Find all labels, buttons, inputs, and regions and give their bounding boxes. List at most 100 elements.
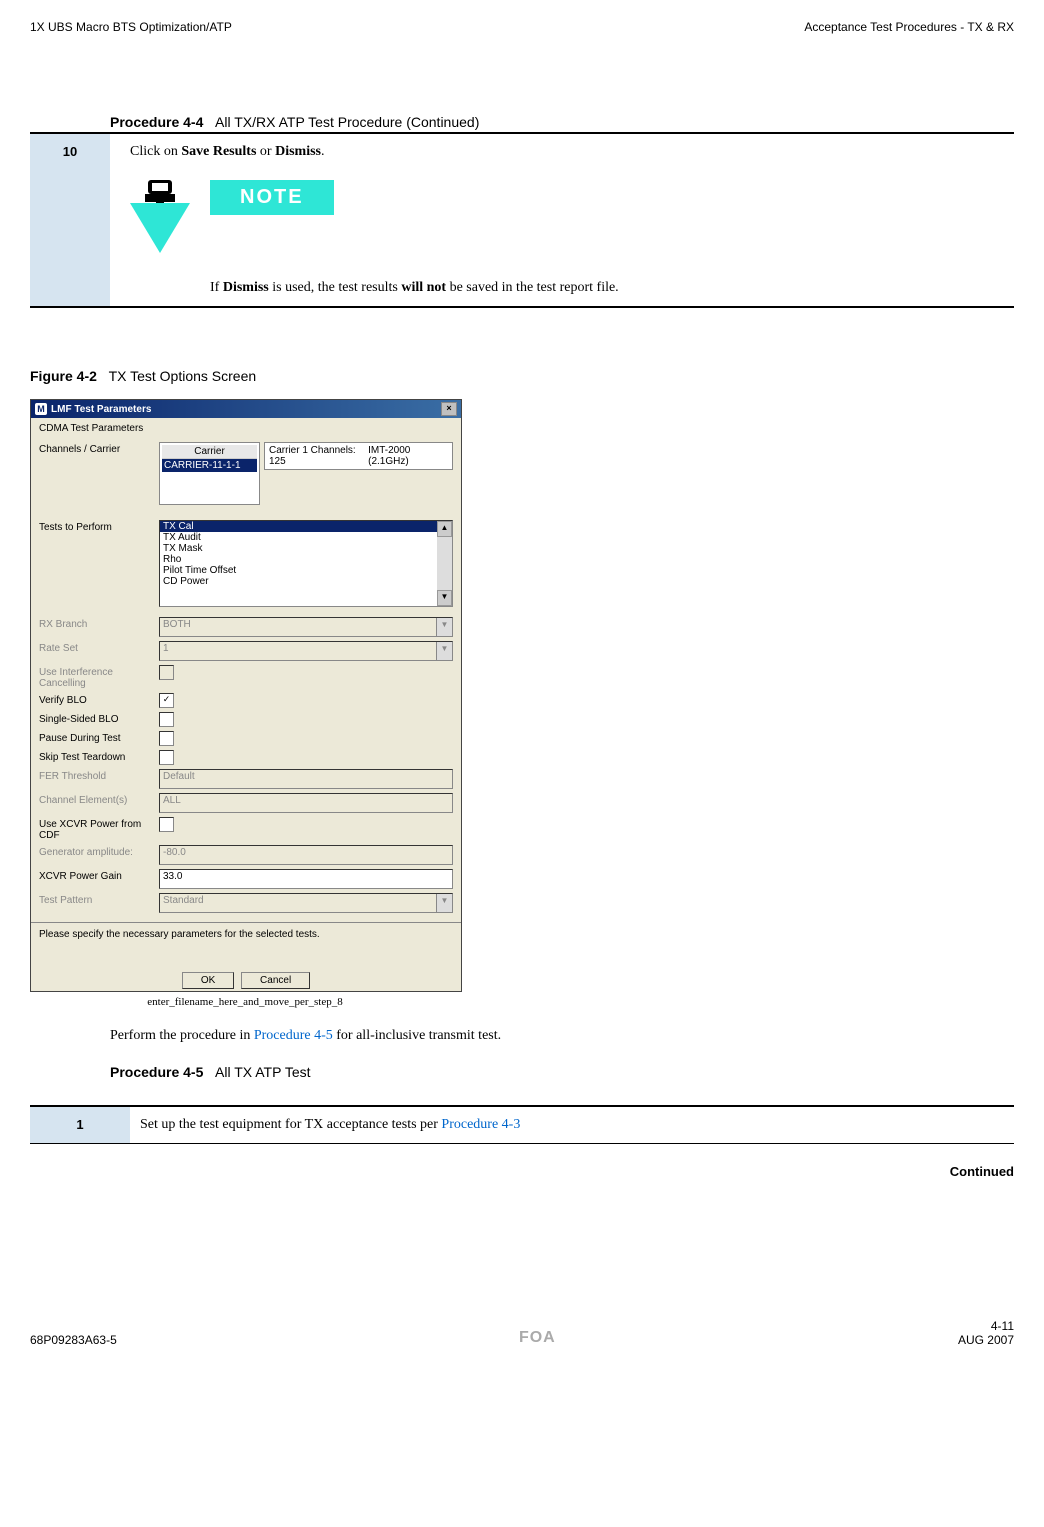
figure-label: Figure 4-2 <box>30 368 97 384</box>
tests-scrollbar[interactable]: ▲ ▼ <box>437 521 452 606</box>
fer-threshold-label: FER Threshold <box>39 769 159 782</box>
step-number-1: 1 <box>30 1106 130 1144</box>
test-item-txcal[interactable]: TX Cal <box>160 521 452 532</box>
channel-value: 125 <box>269 456 286 467</box>
figure-title-text: TX Test Options Screen <box>109 368 257 384</box>
test-item-rho[interactable]: Rho <box>160 554 452 565</box>
pause-during-test-label: Pause During Test <box>39 731 159 744</box>
verify-blo-checkbox[interactable]: ✓ <box>159 693 174 708</box>
figure-caption: enter_filename_here_and_move_per_step_8 <box>30 996 460 1008</box>
step-text-prefix: Click on <box>130 144 181 159</box>
test-pattern-dropdown: Standard ▼ <box>159 893 453 913</box>
generator-amplitude-input: -80.0 <box>159 845 453 865</box>
carrier-header: Carrier <box>162 445 257 459</box>
lmf-status-bar: Please specify the necessary parameters … <box>31 922 461 970</box>
chevron-down-icon: ▼ <box>436 894 452 912</box>
carrier-selected[interactable]: CARRIER-11-1-1 <box>162 459 257 472</box>
procedure-4-4-header: Procedure 4-4 All TX/RX ATP Test Procedu… <box>110 114 1014 130</box>
tests-listbox[interactable]: TX Cal TX Audit TX Mask Rho Pilot Time O… <box>159 520 453 607</box>
tests-to-perform-label: Tests to Perform <box>39 520 159 533</box>
header-right: Acceptance Test Procedures - TX & RX <box>804 20 1014 34</box>
note-text: If Dismiss is used, the test results wil… <box>210 280 994 296</box>
procedure-4-4-table: 10 Click on Save Results or Dismiss. NOT… <box>30 132 1014 308</box>
rate-set-dropdown: 1 ▼ <box>159 641 453 661</box>
rate-set-label: Rate Set <box>39 641 159 654</box>
step-number-10: 10 <box>30 133 110 307</box>
clamp-icon <box>130 175 190 255</box>
continued-label: Continued <box>30 1164 1014 1179</box>
window-title: LMF Test Parameters <box>51 404 151 415</box>
step-1-content: Set up the test equipment for TX accepta… <box>130 1106 1014 1144</box>
note-willnot: will not <box>401 280 446 295</box>
ok-button[interactable]: OK <box>182 972 234 989</box>
perform-prefix: Perform the procedure in <box>110 1028 254 1043</box>
step-1-prefix: Set up the test equipment for TX accepta… <box>140 1117 441 1132</box>
note-if: If <box>210 280 223 295</box>
lmf-titlebar: M LMF Test Parameters × <box>31 400 461 418</box>
test-item-cdpower[interactable]: CD Power <box>160 576 452 587</box>
scroll-down-icon[interactable]: ▼ <box>437 590 452 606</box>
header-left: 1X UBS Macro BTS Optimization/ATP <box>30 20 232 34</box>
rx-branch-label: RX Branch <box>39 617 159 630</box>
test-item-txmask[interactable]: TX Mask <box>160 543 452 554</box>
note-end: be saved in the test report file. <box>446 280 619 295</box>
test-item-txaudit[interactable]: TX Audit <box>160 532 452 543</box>
close-icon[interactable]: × <box>441 402 457 416</box>
verify-blo-label: Verify BLO <box>39 693 159 706</box>
cdma-test-parameters-label: CDMA Test Parameters <box>39 423 453 434</box>
test-pattern-label: Test Pattern <box>39 893 159 906</box>
motorola-icon: M <box>35 403 47 415</box>
period: . <box>321 144 325 159</box>
single-sided-blo-checkbox[interactable] <box>159 712 174 727</box>
lmf-test-parameters-window: M LMF Test Parameters × CDMA Test Parame… <box>30 399 462 992</box>
channels-carrier-label: Channels / Carrier <box>39 442 159 455</box>
skip-test-teardown-checkbox[interactable] <box>159 750 174 765</box>
rate-set-value: 1 <box>163 643 169 654</box>
use-xcvr-cdf-label: Use XCVR Power from CDF <box>39 817 159 841</box>
xcvr-power-gain-input[interactable]: 33.0 <box>159 869 453 889</box>
fer-threshold-input: Default <box>159 769 453 789</box>
or-text: or <box>256 144 275 159</box>
scroll-up-icon[interactable]: ▲ <box>437 521 452 537</box>
procedure-4-4-label: Procedure 4-4 <box>110 114 203 130</box>
page-footer: 68P09283A63-5 FOA 4-11 AUG 2007 <box>30 1319 1014 1347</box>
note-dismiss: Dismiss <box>223 280 269 295</box>
procedure-4-5-table: 1 Set up the test equipment for TX accep… <box>30 1105 1014 1144</box>
test-item-pilot[interactable]: Pilot Time Offset <box>160 565 452 576</box>
note-badge: NOTE <box>210 180 334 215</box>
procedure-4-5-header: Procedure 4-5 All TX ATP Test <box>110 1064 1014 1080</box>
test-pattern-value: Standard <box>163 895 204 906</box>
channel-elements-input: ALL <box>159 793 453 813</box>
perform-procedure-text: Perform the procedure in Procedure 4-5 f… <box>110 1028 1014 1044</box>
channel-band: IMT-2000 (2.1GHz) <box>368 445 448 467</box>
chevron-down-icon: ▼ <box>436 642 452 660</box>
pause-during-test-checkbox[interactable] <box>159 731 174 746</box>
use-xcvr-cdf-checkbox[interactable] <box>159 817 174 832</box>
rx-branch-value: BOTH <box>163 619 191 630</box>
page-number: 4-11 <box>958 1319 1014 1333</box>
procedure-4-3-link[interactable]: Procedure 4-3 <box>441 1117 520 1132</box>
skip-test-teardown-label: Skip Test Teardown <box>39 750 159 763</box>
single-sided-blo-label: Single-Sided BLO <box>39 712 159 725</box>
rx-branch-dropdown: BOTH ▼ <box>159 617 453 637</box>
channel-elements-label: Channel Element(s) <box>39 793 159 806</box>
procedure-4-5-link[interactable]: Procedure 4-5 <box>254 1028 333 1043</box>
note-row: NOTE <box>130 175 994 255</box>
generator-amplitude-label: Generator amplitude: <box>39 845 159 858</box>
foa-label: FOA <box>117 1329 958 1347</box>
chevron-down-icon: ▼ <box>436 618 452 636</box>
use-interference-label: Use Interference Cancelling <box>39 665 159 689</box>
doc-number: 68P09283A63-5 <box>30 1333 117 1347</box>
procedure-4-5-title: All TX ATP Test <box>215 1064 310 1080</box>
dismiss-bold: Dismiss <box>275 144 321 159</box>
note-mid: is used, the test results <box>269 280 402 295</box>
procedure-4-5-label: Procedure 4-5 <box>110 1064 203 1080</box>
cancel-button[interactable]: Cancel <box>241 972 310 989</box>
carrier-listbox[interactable]: Carrier CARRIER-11-1-1 <box>159 442 260 505</box>
channel-info-box: Carrier 1 Channels: 125 IMT-2000 (2.1GHz… <box>264 442 453 470</box>
perform-suffix: for all-inclusive transmit test. <box>333 1028 501 1043</box>
lmf-body: CDMA Test Parameters Channels / Carrier … <box>31 418 461 922</box>
save-results-bold: Save Results <box>181 144 256 159</box>
footer-date: AUG 2007 <box>958 1333 1014 1347</box>
xcvr-power-gain-label: XCVR Power Gain <box>39 869 159 882</box>
